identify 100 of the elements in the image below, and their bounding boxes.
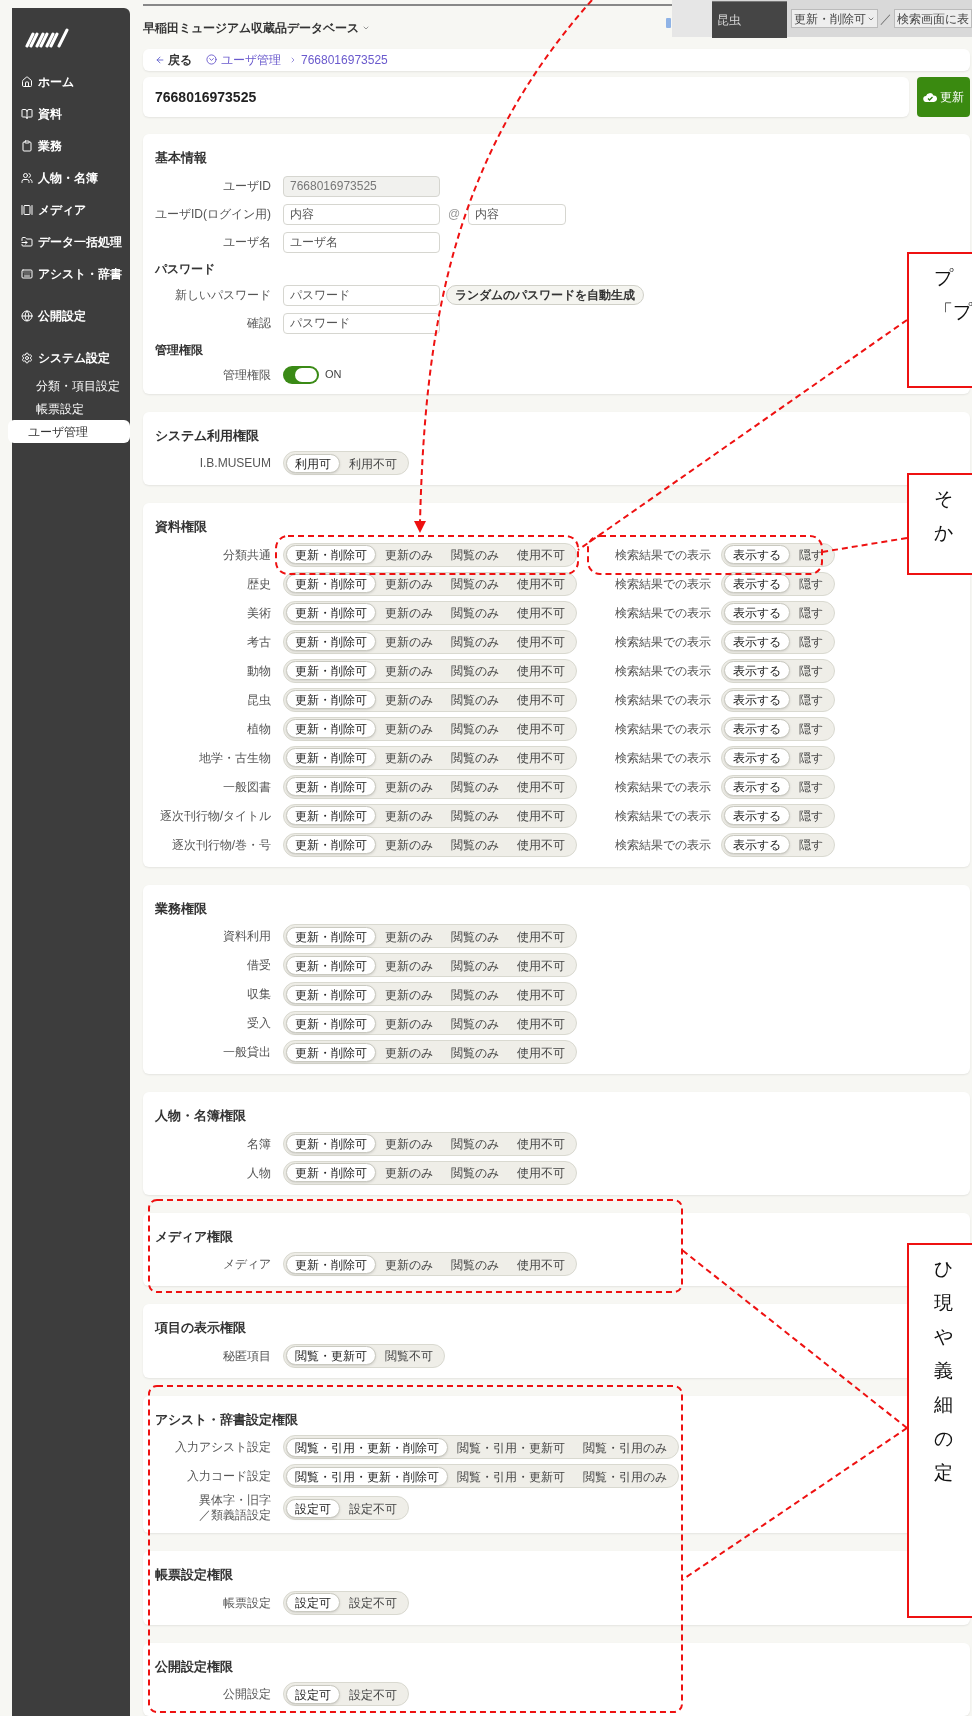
segment-option[interactable]: 設定不可 [340, 1684, 406, 1704]
segment-option[interactable]: 閲覧・引用・更新・削除可 [286, 1437, 448, 1457]
segment-option[interactable]: 更新のみ [376, 632, 442, 651]
segment-option[interactable]: 閲覧のみ [442, 835, 508, 854]
segment-option[interactable]: 閲覧のみ [442, 955, 508, 975]
sidebar-item[interactable]: 公開設定 [12, 300, 130, 332]
segment-option[interactable]: 使用不可 [508, 545, 574, 564]
segment-option[interactable]: 更新のみ [376, 835, 442, 854]
segment-option[interactable]: 使用不可 [508, 806, 574, 825]
segment-option[interactable]: 更新のみ [376, 1134, 442, 1153]
segment-option[interactable]: 更新のみ [376, 1042, 442, 1062]
segment-option[interactable]: 更新のみ [376, 603, 442, 622]
segment-option[interactable]: 更新のみ [376, 545, 442, 564]
segment-option[interactable]: 使用不可 [508, 1254, 574, 1274]
segment-option[interactable]: 閲覧のみ [442, 690, 508, 709]
segment-option[interactable]: 表示する [724, 690, 790, 709]
input-field[interactable]: ユーザ名 [283, 231, 440, 253]
segment-option[interactable]: 更新・削除可 [286, 719, 376, 738]
breadcrumb-link[interactable]: ユーザ管理 [221, 50, 281, 69]
segment-option[interactable]: 設定可 [286, 1684, 340, 1704]
segment-option[interactable]: 利用可 [286, 453, 340, 473]
sidebar-item[interactable]: 資料 [12, 98, 130, 130]
segment-option[interactable]: 閲覧・引用のみ [574, 1466, 676, 1486]
segment-option[interactable]: 隠す [790, 719, 832, 738]
segment-option[interactable]: 使用不可 [508, 1042, 574, 1062]
segment-option[interactable]: 使用不可 [508, 574, 574, 593]
segment-option[interactable]: 更新のみ [376, 1254, 442, 1274]
segment-option[interactable]: 表示する [724, 835, 790, 854]
segment-option[interactable]: 使用不可 [508, 984, 574, 1004]
sidebar-item[interactable]: データ一括処理 [12, 226, 130, 258]
segment-option[interactable]: 使用不可 [508, 661, 574, 680]
segment-option[interactable]: 更新のみ [376, 574, 442, 593]
segment-option[interactable]: 閲覧のみ [442, 1254, 508, 1274]
segment-option[interactable]: 更新のみ [376, 1163, 442, 1182]
segment-option[interactable]: 更新・削除可 [286, 926, 376, 946]
segment-option[interactable]: 隠す [790, 545, 832, 564]
back-link[interactable]: 戻る [155, 50, 192, 69]
segment-option[interactable]: 使用不可 [508, 777, 574, 796]
segment-option[interactable]: 閲覧・更新可 [286, 1346, 376, 1365]
segment-option[interactable]: 閲覧のみ [442, 661, 508, 680]
sidebar-item[interactable]: 業務 [12, 130, 130, 162]
segment-option[interactable]: 更新のみ [376, 806, 442, 825]
segment-option[interactable]: 閲覧のみ [442, 984, 508, 1004]
segment-option[interactable]: 更新のみ [376, 661, 442, 680]
segment-option[interactable]: 表示する [724, 806, 790, 825]
segment-option[interactable]: 隠す [790, 632, 832, 651]
segment-option[interactable]: 隠す [790, 835, 832, 854]
segment-option[interactable]: 閲覧のみ [442, 1042, 508, 1062]
segment-option[interactable]: 閲覧のみ [442, 545, 508, 564]
segment-option[interactable]: 使用不可 [508, 926, 574, 946]
input-field[interactable]: パスワード [283, 312, 440, 334]
segment-option[interactable]: 閲覧のみ [442, 632, 508, 651]
segment-option[interactable]: 表示する [724, 777, 790, 796]
segment-option[interactable]: 閲覧のみ [442, 1013, 508, 1033]
segment-option[interactable]: 使用不可 [508, 835, 574, 854]
segment-option[interactable]: 更新のみ [376, 984, 442, 1004]
segment-option[interactable]: 隠す [790, 574, 832, 593]
segment-option[interactable]: 更新のみ [376, 777, 442, 796]
sidebar-subitem[interactable]: 帳票設定 [12, 397, 130, 420]
segment-option[interactable]: 閲覧・引用・更新・削除可 [286, 1466, 448, 1486]
segment-option[interactable]: 閲覧・引用・更新可 [448, 1466, 574, 1486]
segment-option[interactable]: 更新のみ [376, 719, 442, 738]
segment-option[interactable]: 設定不可 [340, 1498, 406, 1518]
segment-option[interactable]: 表示する [724, 632, 790, 651]
segment-option[interactable]: 使用不可 [508, 955, 574, 975]
segment-option[interactable]: 閲覧不可 [376, 1346, 442, 1365]
segment-option[interactable]: 更新のみ [376, 926, 442, 946]
segment-option[interactable]: 更新・削除可 [286, 806, 376, 825]
sidebar-item[interactable]: ホーム [12, 66, 130, 98]
segment-option[interactable]: 閲覧のみ [442, 806, 508, 825]
segment-option[interactable]: 使用不可 [508, 1013, 574, 1033]
segment-option[interactable]: 閲覧・引用のみ [574, 1437, 676, 1457]
input-field[interactable]: 内容 [283, 203, 440, 225]
sidebar-subitem[interactable]: 分類・項目設定 [12, 374, 130, 397]
segment-option[interactable]: 使用不可 [508, 1134, 574, 1153]
segment-option[interactable]: 更新のみ [376, 955, 442, 975]
segment-option[interactable]: 使用不可 [508, 632, 574, 651]
segment-option[interactable]: 利用不可 [340, 453, 406, 473]
segment-option[interactable]: 閲覧のみ [442, 574, 508, 593]
segment-option[interactable]: 隠す [790, 777, 832, 796]
segment-option[interactable]: 隠す [790, 690, 832, 709]
input-field[interactable]: パスワード [283, 284, 440, 306]
toggle-switch[interactable] [283, 365, 319, 384]
segment-option[interactable]: 閲覧のみ [442, 748, 508, 767]
segment-option[interactable]: 使用不可 [508, 1163, 574, 1182]
segment-option[interactable]: 設定可 [286, 1498, 340, 1518]
segment-option[interactable]: 更新・削除可 [286, 574, 376, 593]
sidebar-item[interactable]: アシスト・辞書 [12, 258, 130, 290]
segment-option[interactable]: 使用不可 [508, 690, 574, 709]
segment-option[interactable]: 閲覧のみ [442, 603, 508, 622]
segment-option[interactable]: 表示する [724, 748, 790, 767]
segment-option[interactable]: 更新・削除可 [286, 690, 376, 709]
segment-option[interactable]: 更新のみ [376, 690, 442, 709]
segment-option[interactable]: 使用不可 [508, 719, 574, 738]
segment-option[interactable]: 更新・削除可 [286, 1134, 376, 1153]
segment-option[interactable]: 更新のみ [376, 1013, 442, 1033]
segment-option[interactable]: 更新・削除可 [286, 603, 376, 622]
segment-option[interactable]: 閲覧のみ [442, 926, 508, 946]
segment-option[interactable]: 更新・削除可 [286, 984, 376, 1004]
segment-option[interactable]: 更新のみ [376, 748, 442, 767]
